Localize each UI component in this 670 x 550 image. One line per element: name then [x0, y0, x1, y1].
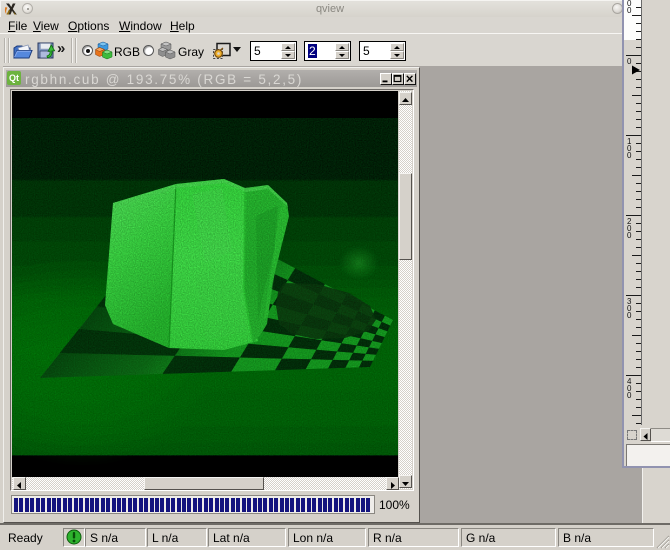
svg-text:0: 0 [627, 151, 632, 160]
svg-text:0: 0 [627, 391, 632, 400]
svg-text:0: 0 [627, 6, 632, 15]
svg-text:0: 0 [627, 57, 632, 66]
svg-text:0: 0 [627, 231, 632, 240]
svg-text:0: 0 [627, 311, 632, 320]
